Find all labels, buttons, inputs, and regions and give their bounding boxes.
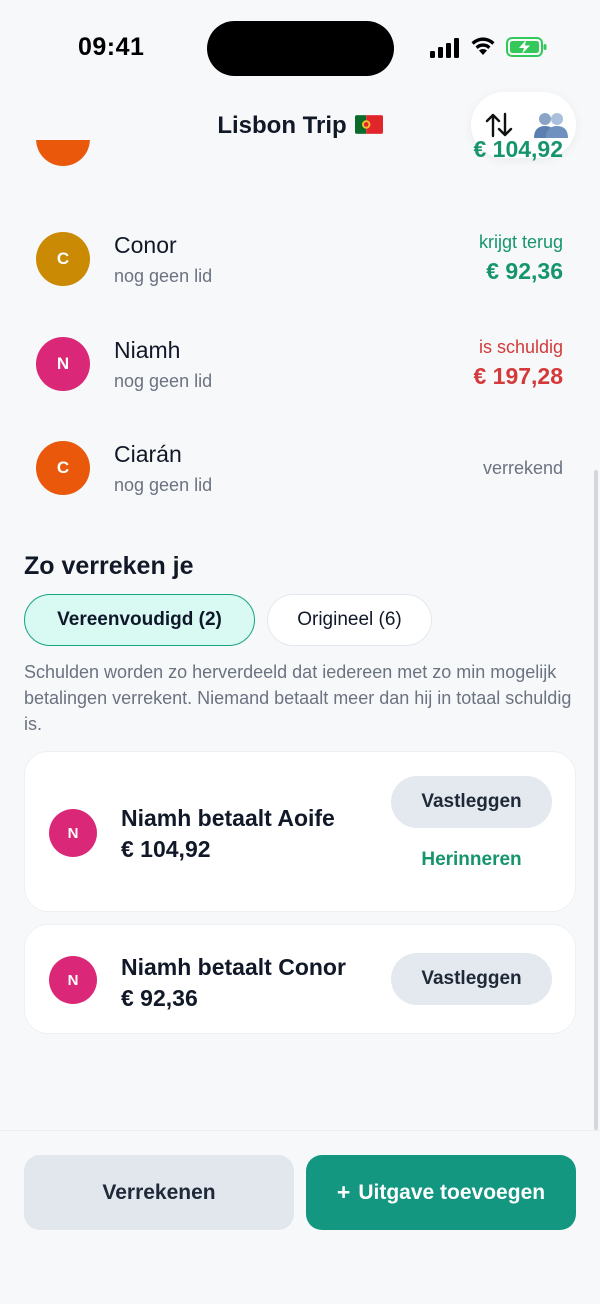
settle-explanation: Schulden worden zo herverdeeld dat ieder…: [24, 662, 572, 734]
payment-card: N Niamh betaalt Aoife € 104,92 Vastlegge…: [24, 751, 576, 912]
bottom-action-bar: Verrekenen + Uitgave toevoegen: [0, 1130, 600, 1304]
people-icon: [534, 113, 568, 138]
status-bar: 09:41: [0, 0, 600, 92]
member-status-text: nog geen lid: [114, 266, 213, 286]
payment-amount: € 104,92: [121, 836, 211, 862]
payer-avatar: N: [49, 809, 97, 857]
payment-card: N Niamh betaalt Conor € 92,36 Vastleggen: [24, 924, 576, 1034]
member-avatar: N: [36, 337, 90, 391]
add-expense-label: Uitgave toevoegen: [358, 1180, 546, 1204]
arrows-up-down-icon: [485, 112, 513, 138]
add-expense-button[interactable]: + Uitgave toevoegen: [306, 1155, 576, 1230]
status-time: 09:41: [78, 33, 145, 61]
payment-amount: € 92,36: [121, 985, 198, 1011]
payment-title: Niamh betaalt Aoife: [121, 805, 335, 831]
members-button[interactable]: [531, 105, 571, 145]
member-row[interactable]: N Niamh nog geen lid is schuldig € 197,2…: [0, 337, 600, 437]
member-row[interactable]: C Conor nog geen lid krijgt terug € 92,3…: [0, 232, 600, 332]
member-avatar: C: [36, 232, 90, 286]
balance-label: verrekend: [482, 458, 563, 478]
member-name: Ciarán: [114, 441, 182, 467]
member-avatar: [36, 140, 90, 166]
member-amount: € 104,92: [473, 140, 563, 162]
balance-label: is schuldig: [478, 337, 563, 357]
section-title: Zo verreken je: [24, 552, 194, 580]
dynamic-island: [207, 21, 394, 76]
member-list: € 104,92 C Conor nog geen lid krijgt ter…: [0, 140, 600, 510]
plus-icon: +: [336, 1179, 351, 1205]
balance-amount: € 92,36: [486, 258, 563, 284]
member-row[interactable]: C Ciarán nog geen lid verrekend: [0, 441, 600, 510]
sort-button[interactable]: [479, 105, 519, 145]
tab-simplified[interactable]: Vereenvoudigd (2): [24, 594, 255, 646]
balance-label: krijgt terug: [478, 232, 563, 252]
payer-avatar: N: [49, 956, 97, 1004]
member-status-text: nog geen lid: [114, 475, 213, 495]
screen: 09:41 Lisbon Trip € 104,92 C Conor nog g…: [0, 0, 600, 1304]
battery-charging-icon: [506, 37, 547, 57]
member-status-text: nog geen lid: [114, 371, 213, 391]
cellular-signal-icon: [430, 38, 459, 58]
scrollbar[interactable]: [594, 470, 598, 1130]
record-payment-button[interactable]: Vastleggen: [391, 776, 552, 828]
member-row[interactable]: € 104,92: [0, 140, 600, 226]
member-name: Niamh: [114, 337, 181, 363]
trip-name: Lisbon Trip: [217, 112, 347, 139]
member-avatar: C: [36, 441, 90, 495]
member-name: Conor: [114, 232, 177, 258]
tab-original[interactable]: Origineel (6): [267, 594, 432, 646]
portugal-flag-icon: [354, 115, 383, 134]
settle-button[interactable]: Verrekenen: [24, 1155, 294, 1230]
payment-title: Niamh betaalt Conor: [121, 954, 346, 980]
wifi-icon: [471, 37, 495, 55]
remind-button[interactable]: Herinneren: [391, 849, 552, 871]
balance-amount: € 197,28: [473, 363, 563, 389]
record-payment-button[interactable]: Vastleggen: [391, 953, 552, 1005]
